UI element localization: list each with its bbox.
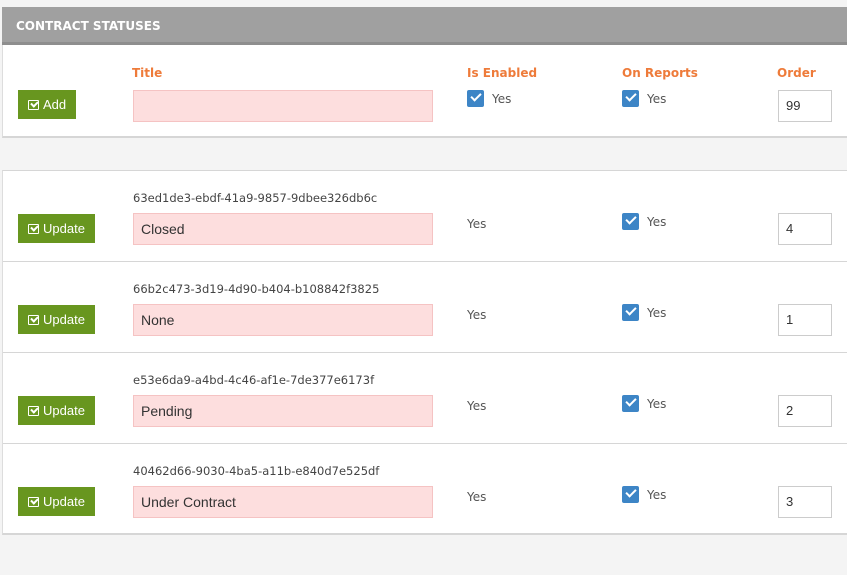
checkbox-checked-icon [622, 486, 639, 503]
status-list: 63ed1de3-ebdf-41a9-9857-9dbee326db6c Upd… [2, 170, 847, 535]
checkbox-checked-icon [622, 395, 639, 412]
check-square-icon [28, 405, 39, 416]
checkbox-checked-icon [622, 213, 639, 230]
order-input[interactable]: 3 [778, 486, 832, 518]
order-input[interactable]: 1 [778, 304, 832, 336]
status-id: 40462d66-9030-4ba5-a11b-e840d7e525df [133, 464, 380, 478]
status-row: 40462d66-9030-4ba5-a11b-e840d7e525df Upd… [3, 444, 847, 535]
update-button[interactable]: Update [18, 214, 95, 243]
update-button[interactable]: Update [18, 305, 95, 334]
status-id: 66b2c473-3d19-4d90-b404-b108842f3825 [133, 282, 380, 296]
is-enabled-label: Is Enabled [467, 66, 538, 80]
is-enabled-value: Yes [467, 399, 487, 413]
on-reports-checkbox[interactable]: Yes [622, 213, 666, 230]
is-enabled-checkbox[interactable]: Yes [467, 90, 511, 107]
status-row: 63ed1de3-ebdf-41a9-9857-9dbee326db6c Upd… [3, 171, 847, 262]
check-square-icon [28, 223, 39, 234]
title-input[interactable]: Pending [133, 395, 433, 427]
on-reports-checkbox[interactable]: Yes [622, 395, 666, 412]
title-input[interactable]: None [133, 304, 433, 336]
checkbox-checked-icon [622, 90, 639, 107]
check-square-icon [28, 99, 39, 110]
add-button[interactable]: Add [18, 90, 77, 119]
on-reports-checkbox[interactable]: Yes [622, 90, 666, 107]
status-row: e53e6da9-a4bd-4c46-af1e-7de377e6173f Upd… [3, 353, 847, 444]
update-button[interactable]: Update [18, 487, 95, 516]
update-button[interactable]: Update [18, 396, 95, 425]
title-label: Title [132, 66, 163, 80]
on-reports-label: On Reports [622, 66, 698, 80]
checkbox-checked-icon [467, 90, 484, 107]
is-enabled-value: Yes [467, 308, 487, 322]
is-enabled-value: Yes [467, 217, 487, 231]
title-input[interactable]: Under Contract [133, 486, 433, 518]
title-input[interactable]: Closed [133, 213, 433, 245]
check-square-icon [28, 496, 39, 507]
order-label: Order [777, 66, 816, 80]
order-input[interactable]: 2 [778, 395, 832, 427]
order-input[interactable]: 4 [778, 213, 832, 245]
title-input[interactable] [133, 90, 433, 122]
on-reports-checkbox[interactable]: Yes [622, 486, 666, 503]
check-square-icon [28, 314, 39, 325]
checkbox-checked-icon [622, 304, 639, 321]
section-header: CONTRACT STATUSES [2, 7, 847, 45]
on-reports-checkbox[interactable]: Yes [622, 304, 666, 321]
add-status-panel: Title Is Enabled On Reports Order Add Ye… [2, 45, 847, 138]
is-enabled-value: Yes [467, 490, 487, 504]
order-input[interactable]: 99 [778, 90, 832, 122]
status-id: 63ed1de3-ebdf-41a9-9857-9dbee326db6c [133, 191, 378, 205]
status-row: 66b2c473-3d19-4d90-b404-b108842f3825 Upd… [3, 262, 847, 353]
status-id: e53e6da9-a4bd-4c46-af1e-7de377e6173f [133, 373, 375, 387]
